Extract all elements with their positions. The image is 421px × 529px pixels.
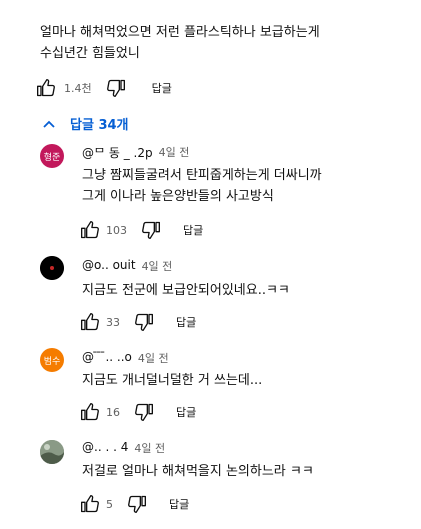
reply-header: @ᄆ 동 _ .2p 4일 전: [82, 144, 189, 161]
reply-time[interactable]: 4일 전: [138, 350, 169, 366]
reply-header: @.. . . 4 4일 전: [82, 440, 165, 456]
reply-button[interactable]: 답글: [183, 222, 203, 238]
avatar-initials: 범수: [43, 356, 61, 367]
replies-toggle[interactable]: 답글 34개: [42, 114, 129, 133]
reply-actions: 5 답글: [80, 494, 189, 514]
reply-actions: 33 답글: [80, 312, 196, 332]
dislike-icon[interactable]: [127, 494, 147, 514]
like-icon[interactable]: [36, 78, 56, 98]
reply-author[interactable]: @o.. ouit: [82, 258, 136, 274]
reply-time[interactable]: 4일 전: [159, 144, 190, 161]
reply-author[interactable]: @ ̄ ̄ ̄.. ..o: [82, 350, 132, 366]
reply-actions: 16 답글: [80, 402, 196, 422]
reply-button[interactable]: 답글: [176, 314, 196, 330]
reply-text: 그냥 짬찌들굴려서 탄피줍게하는게 더싸니까 그게 이나라 높은양반들의 사고방…: [82, 168, 322, 204]
reply-text: 지금도 개너덜너덜한 거 쓰는데...: [82, 373, 263, 388]
like-icon[interactable]: [80, 494, 100, 514]
reply-actions: 103 답글: [80, 220, 203, 240]
chevron-up-icon: [43, 120, 55, 128]
like-count: 1.4천: [64, 82, 92, 95]
avatar-image-icon: [40, 256, 64, 280]
reply-button[interactable]: 답글: [176, 404, 196, 420]
avatar-image-icon: [40, 440, 64, 464]
avatar[interactable]: 범수: [40, 348, 64, 372]
avatar-initials: 형준: [43, 152, 61, 163]
avatar[interactable]: 형준: [40, 144, 64, 168]
like-icon[interactable]: [80, 312, 100, 332]
avatar[interactable]: [40, 256, 64, 280]
main-comment-text: 얼마나 해쳐먹었으면 저런 플라스틱하나 보급하는게 수십년간 힘들었니: [40, 25, 320, 61]
main-comment-actions: 1.4천 답글: [36, 78, 172, 98]
like-icon[interactable]: [80, 402, 100, 422]
reply-button[interactable]: 답글: [169, 496, 189, 512]
avatar[interactable]: [40, 440, 64, 464]
reply-button[interactable]: 답글: [152, 80, 172, 96]
dislike-icon[interactable]: [134, 402, 154, 422]
like-count: 16: [106, 405, 120, 419]
reply-header: @ ̄ ̄ ̄.. ..o 4일 전: [82, 350, 169, 366]
reply-author[interactable]: @.. . . 4: [82, 440, 128, 456]
like-count: 103: [106, 223, 127, 237]
dislike-icon[interactable]: [134, 312, 154, 332]
like-count: 33: [106, 315, 120, 329]
like-icon[interactable]: [80, 220, 100, 240]
reply-header: @o.. ouit 4일 전: [82, 258, 172, 274]
reply-text: 저걸로 얼마나 해쳐먹을지 논의하느라 ㅋㅋ: [82, 464, 314, 479]
reply-text: 지금도 전군에 보급안되어있네요..ㅋㅋ: [82, 283, 290, 298]
replies-count-label[interactable]: 답글 34개: [70, 114, 129, 133]
like-count: 5: [106, 497, 113, 511]
reply-time[interactable]: 4일 전: [142, 258, 173, 274]
dislike-icon[interactable]: [141, 220, 161, 240]
dislike-icon[interactable]: [106, 78, 126, 98]
reply-author[interactable]: @ᄆ 동 _ .2p: [82, 144, 153, 161]
reply-time[interactable]: 4일 전: [134, 440, 165, 456]
